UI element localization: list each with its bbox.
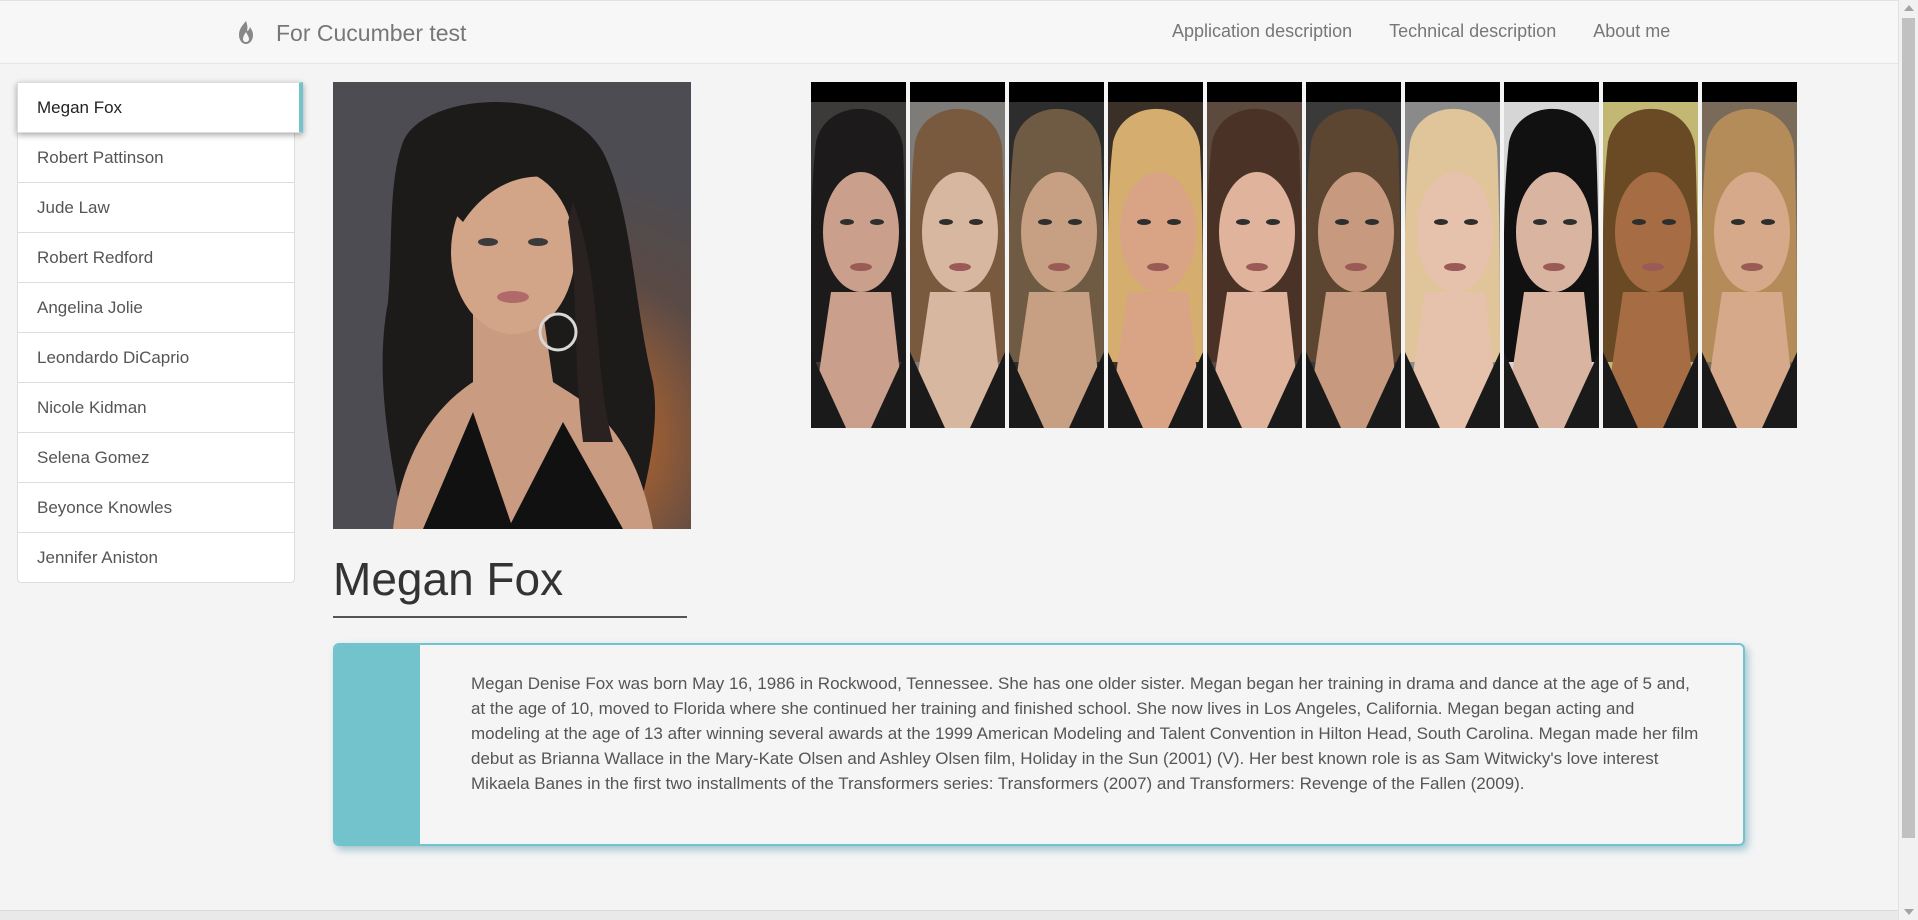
portrait-thumbnail-icon xyxy=(1009,102,1104,428)
celebrity-thumbnail[interactable] xyxy=(1405,82,1500,428)
scroll-down-icon[interactable] xyxy=(1904,909,1914,915)
nav-link-technical-description[interactable]: Technical description xyxy=(1389,21,1556,42)
nav-links: Application description Technical descri… xyxy=(1172,21,1670,42)
celebrity-thumbnail[interactable] xyxy=(1108,82,1203,428)
list-item-label: Megan Fox xyxy=(37,97,123,117)
fire-icon xyxy=(239,21,253,44)
vertical-scrollbar[interactable] xyxy=(1898,0,1918,920)
list-item-robert-pattinson[interactable]: Robert Pattinson xyxy=(17,133,295,183)
celebrity-thumbnail[interactable] xyxy=(1603,82,1698,428)
list-item-label: Angelina Jolie xyxy=(37,297,143,317)
list-item-robert-redford[interactable]: Robert Redford xyxy=(17,233,295,283)
celebrity-thumbnail[interactable] xyxy=(811,82,906,428)
description-card: Megan Denise Fox was born May 16, 1986 i… xyxy=(333,643,1745,846)
celebrity-list: Megan Fox Robert Pattinson Jude Law Robe… xyxy=(17,82,303,583)
portrait-thumbnail-icon xyxy=(1702,102,1797,428)
nav-link-about-me[interactable]: About me xyxy=(1593,21,1670,42)
list-item-jennifer-aniston[interactable]: Jennifer Aniston xyxy=(17,533,295,583)
celebrity-thumbnail[interactable] xyxy=(1306,82,1401,428)
portrait-thumbnail-icon xyxy=(1405,102,1500,428)
list-item-label: Robert Redford xyxy=(37,247,154,267)
scroll-up-icon[interactable] xyxy=(1904,5,1914,11)
thumbnail-strip xyxy=(811,82,1797,428)
person-description: Megan Denise Fox was born May 16, 1986 i… xyxy=(471,674,1699,793)
list-item-label: Robert Pattinson xyxy=(37,147,164,167)
top-navbar: For Cucumber test Application descriptio… xyxy=(0,0,1898,64)
list-item-jude-law[interactable]: Jude Law xyxy=(17,183,295,233)
description-accent-bar xyxy=(335,645,420,844)
brand-title: For Cucumber test xyxy=(276,19,467,46)
nav-link-application-description[interactable]: Application description xyxy=(1172,21,1352,42)
list-item-label: Selena Gomez xyxy=(37,447,150,467)
portrait-thumbnail-icon xyxy=(1504,102,1599,428)
list-item-beyonce-knowles[interactable]: Beyonce Knowles xyxy=(17,483,295,533)
person-name-heading: Megan Fox xyxy=(333,553,564,605)
list-item-angelina-jolie[interactable]: Angelina Jolie xyxy=(17,283,295,333)
celebrity-thumbnail[interactable] xyxy=(1702,82,1797,428)
list-item-megan-fox[interactable]: Megan Fox xyxy=(17,82,303,133)
heading-divider xyxy=(333,616,687,618)
horizontal-scrollbar[interactable] xyxy=(0,910,1898,920)
celebrity-thumbnail[interactable] xyxy=(1009,82,1104,428)
portrait-photo-icon xyxy=(333,82,691,529)
portrait-thumbnail-icon xyxy=(811,102,906,428)
list-item-label: Leondardo DiCaprio xyxy=(37,347,190,367)
brand[interactable]: For Cucumber test xyxy=(232,19,466,47)
list-item-nicole-kidman[interactable]: Nicole Kidman xyxy=(17,383,295,433)
portrait-thumbnail-icon xyxy=(1603,102,1698,428)
main-portrait-photo xyxy=(333,82,691,529)
portrait-thumbnail-icon xyxy=(1108,102,1203,428)
list-item-leonardo-dicaprio[interactable]: Leondardo DiCaprio xyxy=(17,333,295,383)
portrait-thumbnail-icon xyxy=(1207,102,1302,428)
scrollbar-thumb[interactable] xyxy=(1902,18,1915,838)
celebrity-thumbnail[interactable] xyxy=(1207,82,1302,428)
page: For Cucumber test Application descriptio… xyxy=(0,0,1918,920)
portrait-thumbnail-icon xyxy=(1306,102,1401,428)
portrait-thumbnail-icon xyxy=(910,102,1005,428)
list-item-label: Jennifer Aniston xyxy=(37,547,158,567)
list-item-selena-gomez[interactable]: Selena Gomez xyxy=(17,433,295,483)
list-item-label: Jude Law xyxy=(37,197,110,217)
celebrity-thumbnail[interactable] xyxy=(910,82,1005,428)
celebrity-thumbnail[interactable] xyxy=(1504,82,1599,428)
list-item-label: Nicole Kidman xyxy=(37,397,147,417)
list-item-label: Beyonce Knowles xyxy=(37,497,173,517)
